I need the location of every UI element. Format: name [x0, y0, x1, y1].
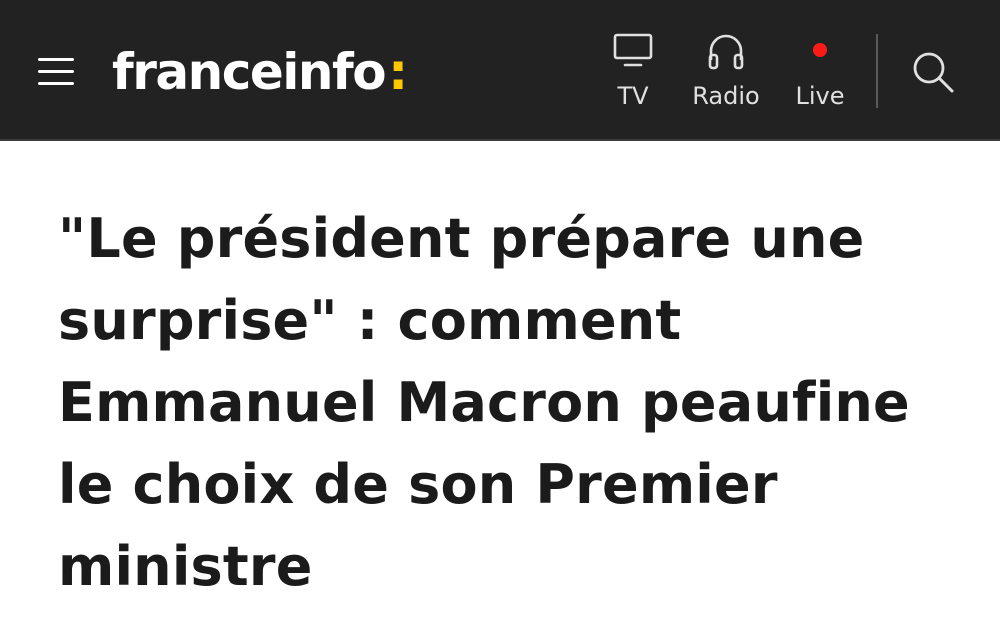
top-bar: franceinfo: TV Radio Live [0, 0, 1000, 141]
nav-live-label: Live [795, 82, 845, 110]
hamburger-menu-icon[interactable] [36, 54, 76, 88]
menu-line [38, 58, 74, 61]
logo-text: franceinfo [112, 43, 387, 101]
menu-line [38, 70, 74, 73]
live-dot-icon [813, 43, 827, 57]
nav-radio[interactable]: Radio [680, 30, 772, 114]
nav-tv-label: TV [617, 82, 649, 110]
magnifier-icon [913, 52, 954, 93]
logo-colon: : [388, 43, 408, 101]
nav-tv[interactable]: TV [587, 30, 679, 114]
nav-live[interactable]: Live [774, 30, 866, 114]
headphones-icon [708, 34, 744, 70]
search-button[interactable] [908, 48, 958, 96]
tv-icon [613, 33, 653, 67]
franceinfo-logo[interactable]: franceinfo: [112, 38, 408, 106]
menu-line [38, 82, 74, 85]
nav-radio-label: Radio [692, 82, 760, 110]
article-headline[interactable]: "Le président prépare une surprise" : co… [58, 198, 958, 608]
header-divider [876, 34, 878, 108]
